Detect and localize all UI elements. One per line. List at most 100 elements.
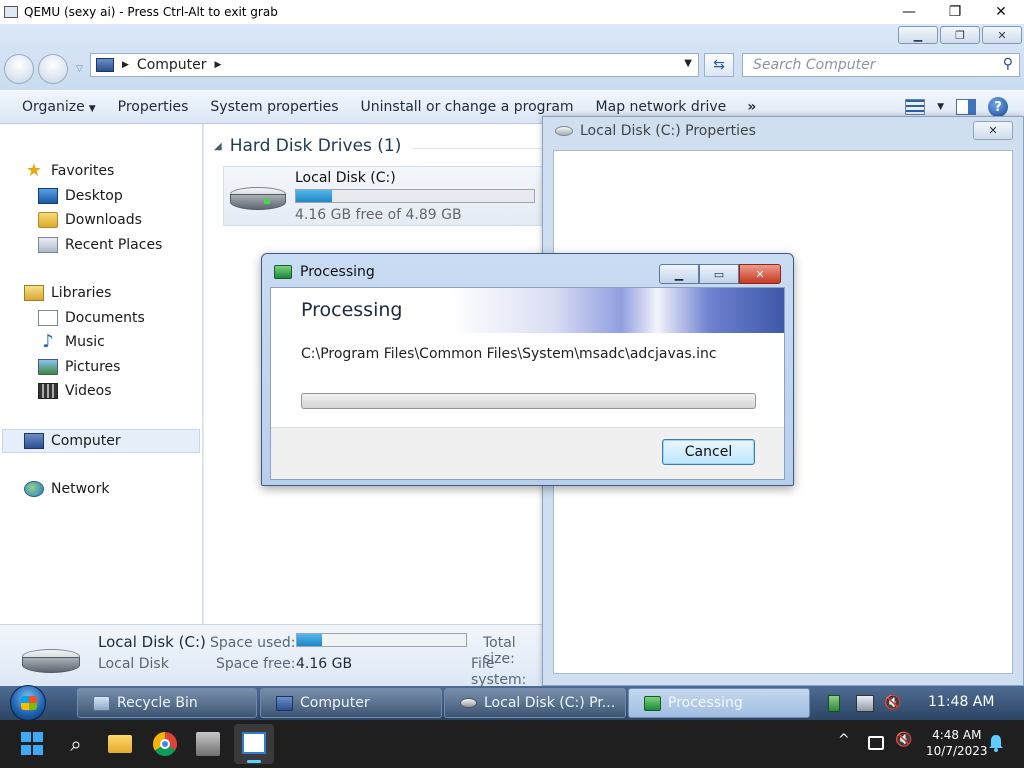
processing-close-button[interactable]: ✕ bbox=[739, 264, 781, 284]
start-button[interactable] bbox=[10, 685, 46, 720]
drive-item-c[interactable]: Local Disk (C:) 4.16 GB free of 4.89 GB bbox=[223, 166, 545, 226]
back-button[interactable] bbox=[4, 54, 34, 84]
windows-logo-icon bbox=[21, 696, 37, 710]
processing-file-path: C:\Program Files\Common Files\System\msa… bbox=[301, 346, 717, 362]
taskbar-label: Recycle Bin bbox=[117, 695, 198, 711]
cancel-button[interactable]: Cancel bbox=[662, 439, 755, 465]
map-network-drive-button[interactable]: Map network drive bbox=[585, 99, 738, 115]
nav-label: Libraries bbox=[51, 285, 112, 301]
tray-overflow-chevron-icon[interactable]: ^ bbox=[838, 732, 850, 748]
taskbar-item-recycle-bin[interactable]: Recycle Bin bbox=[77, 688, 257, 718]
breadcrumb-chevron-icon[interactable]: ▶ bbox=[215, 60, 222, 70]
change-view-icon[interactable] bbox=[905, 99, 926, 115]
taskbar-item-computer[interactable]: Computer bbox=[260, 688, 442, 718]
host-search-icon[interactable]: ⌕ bbox=[64, 732, 88, 756]
tray-power-icon[interactable] bbox=[828, 695, 840, 712]
nav-item-desktop[interactable]: Desktop bbox=[38, 185, 123, 207]
processing-body: Processing C:\Program Files\Common Files… bbox=[270, 287, 785, 480]
taskbar-item-processing[interactable]: Processing bbox=[628, 688, 810, 718]
downloads-folder-icon bbox=[38, 212, 58, 228]
nav-label: Recent Places bbox=[65, 237, 163, 253]
organize-menu[interactable]: Organize ▼ bbox=[0, 99, 107, 115]
space-free-value: 4.16 GB bbox=[296, 656, 353, 672]
search-icon[interactable]: ⚲ bbox=[1003, 56, 1013, 72]
nav-item-pictures[interactable]: Pictures bbox=[38, 356, 120, 378]
search-input[interactable]: Search Computer ⚲ bbox=[742, 53, 1020, 77]
properties-close-button[interactable]: ✕ bbox=[973, 121, 1013, 140]
space-used-bar bbox=[296, 633, 467, 647]
collapse-triangle-icon[interactable]: ◢ bbox=[214, 141, 222, 152]
notification-bell-icon[interactable] bbox=[988, 734, 1004, 752]
recent-pages-chevron-icon[interactable]: ▽ bbox=[76, 64, 83, 74]
hard-drive-icon bbox=[230, 187, 286, 213]
qemu-taskbar-icon[interactable] bbox=[196, 732, 220, 756]
nav-item-network[interactable]: Network bbox=[24, 478, 109, 500]
drive-usage-fill bbox=[296, 190, 332, 202]
host-start-icon[interactable] bbox=[21, 732, 45, 756]
properties-button[interactable]: Properties bbox=[107, 99, 200, 115]
computer-icon bbox=[24, 433, 44, 449]
processing-minimize-button[interactable]: ▁ bbox=[659, 264, 699, 284]
nav-item-downloads[interactable]: Downloads bbox=[38, 209, 142, 231]
forward-button[interactable] bbox=[38, 54, 68, 84]
host-clock[interactable]: 4:48 AM 10/7/2023 bbox=[926, 727, 988, 759]
explorer-restore-button[interactable]: ❐ bbox=[940, 26, 980, 44]
taskbar-label: Local Disk (C:) Pr... bbox=[484, 695, 616, 711]
group-header-hard-disks[interactable]: ◢ Hard Disk Drives (1) bbox=[214, 136, 401, 156]
nav-label: Network bbox=[51, 481, 110, 497]
help-icon[interactable]: ? bbox=[988, 97, 1008, 117]
refresh-button[interactable]: ⇆ bbox=[704, 53, 734, 77]
nav-label: Videos bbox=[65, 383, 112, 399]
organize-chevron-down-icon: ▼ bbox=[88, 104, 96, 114]
qemu-maximize-button[interactable]: ❐ bbox=[932, 0, 978, 24]
preview-pane-icon[interactable] bbox=[956, 99, 976, 115]
host-active-app[interactable] bbox=[234, 724, 274, 764]
tray-volume-muted-icon[interactable]: 🔇 bbox=[884, 695, 902, 712]
view-chevron-down-icon[interactable]: ▼ bbox=[937, 102, 944, 112]
tray-network-icon[interactable] bbox=[856, 695, 874, 712]
nav-item-videos[interactable]: Videos bbox=[38, 380, 112, 402]
star-icon: ★ bbox=[25, 160, 43, 181]
address-bar[interactable]: ▶ Computer ▶ ▼ bbox=[90, 53, 699, 77]
host-volume-muted-icon[interactable]: 🔇 bbox=[895, 732, 912, 748]
processing-maximize-button[interactable]: ▭ bbox=[699, 264, 739, 284]
properties-titlebar: Local Disk (C:) Properties bbox=[555, 123, 756, 139]
nav-label: Desktop bbox=[65, 188, 123, 204]
nav-item-computer[interactable]: Computer bbox=[24, 430, 121, 452]
breadcrumb-computer[interactable]: Computer bbox=[137, 57, 207, 73]
nav-item-libraries[interactable]: Libraries bbox=[24, 282, 111, 304]
nav-label: Music bbox=[65, 334, 105, 350]
breadcrumb-chevron-icon[interactable]: ▶ bbox=[122, 60, 129, 70]
recycle-bin-icon bbox=[93, 695, 110, 711]
network-icon bbox=[24, 481, 44, 497]
system-properties-button[interactable]: System properties bbox=[199, 99, 349, 115]
processing-icon bbox=[644, 695, 661, 711]
guest-clock[interactable]: 11:48 AM bbox=[928, 694, 994, 710]
search-placeholder: Search Computer bbox=[753, 57, 876, 73]
desktop-icon bbox=[38, 188, 58, 204]
host-network-icon[interactable] bbox=[868, 736, 884, 750]
processing-footer: Cancel bbox=[271, 427, 784, 479]
computer-icon bbox=[276, 695, 293, 711]
file-explorer-icon[interactable] bbox=[108, 735, 132, 753]
qemu-close-button[interactable]: ✕ bbox=[978, 0, 1024, 24]
address-dropdown-icon[interactable]: ▼ bbox=[684, 58, 692, 69]
guest-desktop: ▁ ❐ ✕ ▽ ▶ Computer ▶ ▼ ⇆ Search Computer… bbox=[0, 24, 1024, 720]
qemu-minimize-button[interactable]: — bbox=[886, 0, 932, 24]
chrome-icon[interactable] bbox=[153, 732, 177, 756]
taskbar-item-local-disk-properties[interactable]: Local Disk (C:) Pr... bbox=[444, 688, 626, 718]
nav-item-recent-places[interactable]: Recent Places bbox=[38, 234, 162, 256]
nav-item-documents[interactable]: Documents bbox=[38, 307, 145, 329]
host-date: 10/7/2023 bbox=[926, 744, 988, 758]
nav-item-favorites[interactable]: ★ Favorites bbox=[24, 160, 114, 182]
details-drive-name: Local Disk (C:) bbox=[98, 633, 206, 651]
more-commands-button[interactable]: » bbox=[737, 99, 766, 115]
uninstall-program-button[interactable]: Uninstall or change a program bbox=[350, 99, 585, 115]
view-controls: ▼ ? bbox=[905, 97, 1008, 117]
explorer-minimize-button[interactable]: ▁ bbox=[898, 26, 938, 44]
navigation-pane: ★ Favorites Desktop Downloads Recent Plac… bbox=[0, 124, 203, 624]
nav-item-music[interactable]: ♪ Music bbox=[38, 331, 105, 353]
processing-progress-bar bbox=[301, 393, 756, 409]
explorer-close-button[interactable]: ✕ bbox=[982, 26, 1022, 44]
qemu-app-icon bbox=[4, 6, 18, 18]
